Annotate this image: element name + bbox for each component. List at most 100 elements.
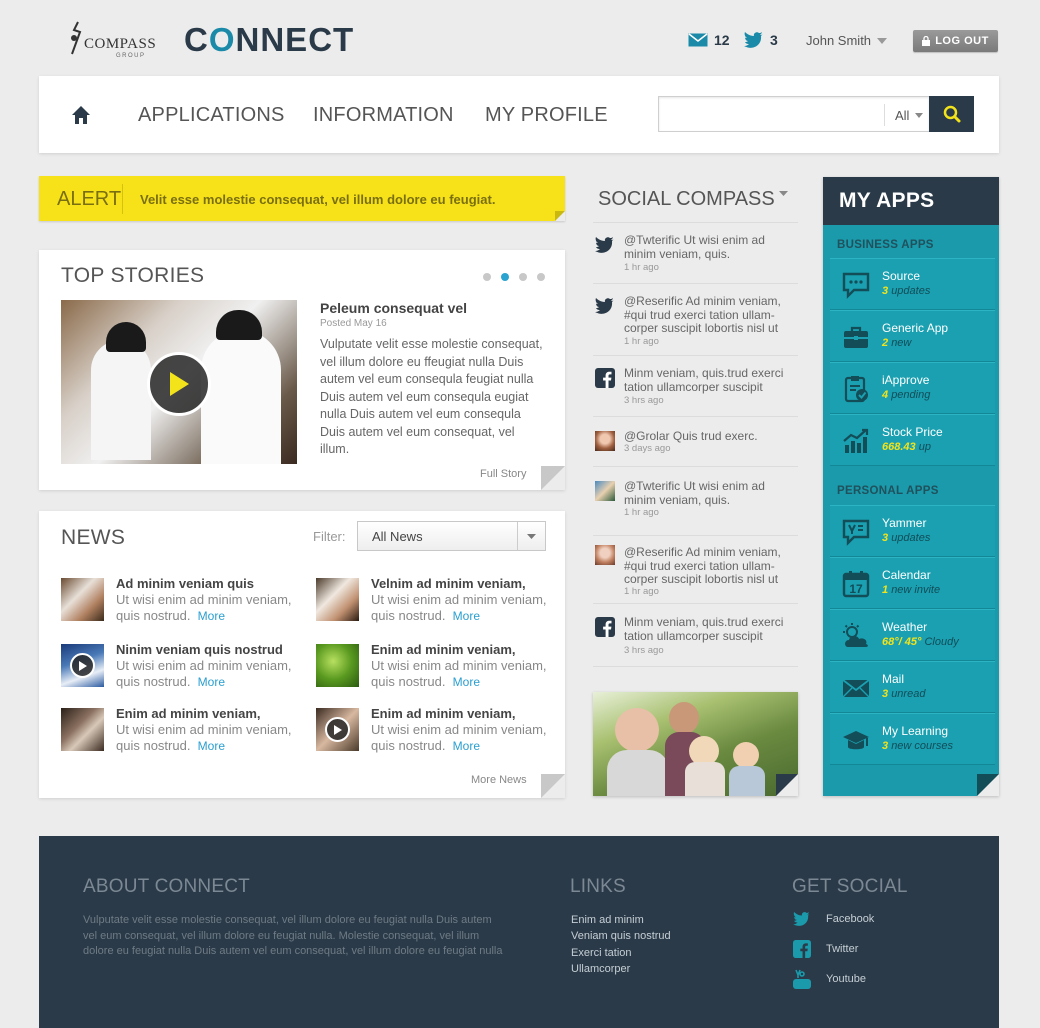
news-item[interactable]: Ninim veniam quis nostrud Ut wisi enim a…	[61, 642, 301, 690]
avatar	[595, 431, 615, 451]
app-calendar[interactable]: 17 Calendar 1 new invite	[830, 557, 995, 609]
filter-value: All News	[372, 529, 423, 544]
social-post[interactable]: Minm veniam, quis.trud exerci tation ull…	[593, 603, 798, 667]
nav-information[interactable]: INFORMATION	[313, 104, 454, 127]
footer-social-link[interactable]: Youtube	[792, 969, 866, 989]
news-item[interactable]: Velnim ad minim veniam, Ut wisi enim ad …	[316, 576, 556, 624]
twitter-icon	[595, 237, 614, 253]
dropdown-toggle[interactable]	[517, 522, 545, 550]
social-title: SOCIAL COMPASS	[598, 188, 775, 210]
news-filter-select[interactable]: All News	[357, 521, 546, 551]
search-scope-select[interactable]: All	[884, 104, 924, 126]
app-my-learning[interactable]: My Learning 3 new courses	[830, 713, 995, 765]
news-item[interactable]: Enim ad minim veniam, Ut wisi enim ad mi…	[61, 706, 301, 754]
play-button[interactable]	[325, 717, 350, 742]
play-button[interactable]	[70, 653, 95, 678]
more-link[interactable]: More	[198, 739, 225, 753]
social-post[interactable]: @Reserific Ad minim veniam, #qui trud ex…	[593, 283, 798, 354]
social-post-time: 3 hrs ago	[624, 645, 664, 656]
nav-my-profile[interactable]: MY PROFILE	[485, 104, 608, 127]
social-post[interactable]: @Twterific Ut wisi enim ad minim veniam,…	[593, 466, 798, 526]
app-yammer[interactable]: Yammer 3 updates	[830, 505, 995, 557]
story-headline[interactable]: Peleum consequat vel	[320, 300, 467, 316]
footer-link[interactable]: Ullamcorper	[571, 963, 630, 975]
app-status: 2 new	[882, 337, 911, 349]
play-icon	[170, 372, 189, 396]
footer-social-link[interactable]: Facebook	[792, 909, 874, 929]
footer-link[interactable]: Enim ad minim	[571, 914, 644, 926]
news-summary: Ut wisi enim ad minim veniam, quis nostr…	[116, 722, 301, 754]
chevron-down-icon[interactable]	[779, 191, 788, 196]
chef-figure	[201, 330, 281, 464]
search-button[interactable]	[929, 96, 974, 132]
about-title: ABOUT CONNECT	[83, 876, 250, 897]
footer-social-link[interactable]: Twitter	[792, 939, 858, 959]
app-stock-price[interactable]: Stock Price 668.43 up	[830, 414, 995, 466]
social-link-label: Youtube	[826, 973, 866, 985]
nav-applications[interactable]: APPLICATIONS	[138, 104, 285, 127]
social-post[interactable]: @Reserific Ad minim veniam, #qui trud ex…	[593, 535, 798, 603]
news-summary: Ut wisi enim ad minim veniam, quis nostr…	[371, 722, 556, 754]
app-name: Calendar	[882, 568, 931, 582]
carousel-dot[interactable]	[483, 273, 491, 281]
more-link[interactable]: More	[198, 675, 225, 689]
news-headline[interactable]: Enim ad minim veniam,	[116, 706, 261, 721]
app-status: 1 new invite	[882, 584, 940, 596]
connect-logo[interactable]: C O NNECT	[184, 20, 354, 60]
compass-logo[interactable]: COMPASS GROUP	[64, 20, 164, 60]
mail-notification[interactable]: 12	[688, 32, 730, 48]
home-icon[interactable]	[71, 105, 91, 125]
graduation-icon	[843, 731, 869, 750]
app-count: 1	[882, 584, 889, 596]
story-video-thumbnail[interactable]	[61, 300, 297, 464]
user-menu[interactable]: John Smith	[806, 33, 888, 48]
more-news-link[interactable]: More News	[471, 774, 527, 786]
logout-button[interactable]: LOG OUT	[913, 30, 998, 52]
app-name: Mail	[882, 672, 905, 686]
app-source[interactable]: Source 3 updates	[830, 258, 995, 310]
more-link[interactable]: More	[453, 675, 480, 689]
carousel-dot-active[interactable]	[501, 273, 509, 281]
featured-photo[interactable]	[593, 692, 798, 796]
search-icon	[943, 105, 960, 123]
links-title: LINKS	[570, 876, 626, 897]
news-item[interactable]: Enim ad minim veniam, Ut wisi enim ad mi…	[316, 706, 556, 754]
news-item[interactable]: Ad minim veniam quis Ut wisi enim ad min…	[61, 576, 301, 624]
news-thumbnail[interactable]	[316, 578, 359, 621]
news-item[interactable]: Enim ad minim veniam, Ut wisi enim ad mi…	[316, 642, 556, 690]
full-story-link[interactable]: Full Story	[480, 468, 526, 480]
app-generic[interactable]: Generic App 2 new	[830, 310, 995, 362]
brand-sub: GROUP	[116, 53, 146, 59]
more-link[interactable]: More	[198, 609, 225, 623]
social-link-label: Twitter	[826, 943, 859, 955]
play-button[interactable]	[147, 352, 211, 416]
app-iapprove[interactable]: iApprove 4 pending	[830, 362, 995, 414]
footer-link[interactable]: Exerci tation	[571, 947, 632, 959]
social-post[interactable]: @Grolar Quis trud exerc. 3 days ago	[593, 416, 798, 466]
news-headline[interactable]: Enim ad minim veniam,	[371, 706, 516, 721]
social-post-time: 1 hr ago	[624, 262, 659, 273]
alert-banner: ALERT Velit esse molestie consequat, vel…	[39, 176, 565, 221]
twitter-notification[interactable]: 3	[744, 32, 778, 48]
news-video-thumbnail[interactable]	[61, 644, 104, 687]
news-headline[interactable]: Ad minim veniam quis	[116, 576, 254, 591]
social-post[interactable]: Minm veniam, quis.trud exerci tation ull…	[593, 355, 798, 415]
news-headline[interactable]: Velnim ad minim veniam,	[371, 576, 526, 591]
search-field[interactable]: All	[658, 96, 930, 132]
social-post[interactable]: @Twterific Ut wisi enim ad minim veniam,…	[593, 222, 798, 278]
news-headline[interactable]: Ninim veniam quis nostrud	[116, 642, 283, 657]
news-thumbnail[interactable]	[61, 578, 104, 621]
news-thumbnail[interactable]	[61, 708, 104, 751]
footer-link[interactable]: Veniam quis nostrud	[571, 930, 671, 942]
news-thumbnail[interactable]	[316, 644, 359, 687]
carousel-dot[interactable]	[537, 273, 545, 281]
app-weather[interactable]: Weather 68°/ 45° Cloudy	[830, 609, 995, 661]
app-status: 68°/ 45° Cloudy	[882, 636, 959, 648]
app-mail[interactable]: Mail 3 unread	[830, 661, 995, 713]
app-name: Generic App	[882, 321, 949, 335]
news-video-thumbnail[interactable]	[316, 708, 359, 751]
news-headline[interactable]: Enim ad minim veniam,	[371, 642, 516, 657]
carousel-dot[interactable]	[519, 273, 527, 281]
more-link[interactable]: More	[453, 609, 480, 623]
more-link[interactable]: More	[453, 739, 480, 753]
